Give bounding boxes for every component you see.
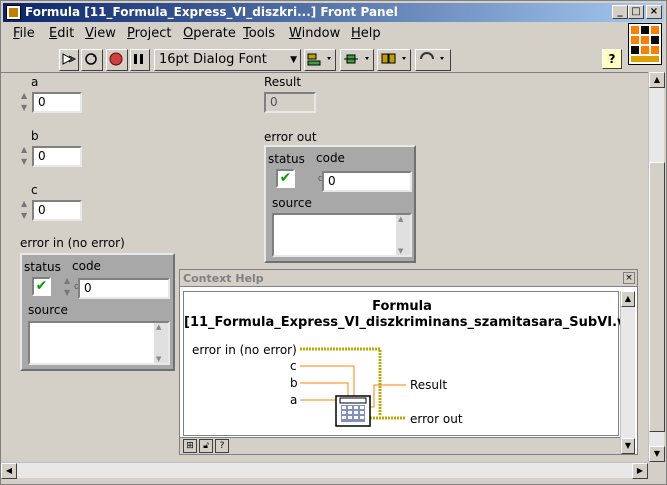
align-objects-button[interactable] [304,49,336,71]
error-in-source-scrollbar[interactable] [154,323,168,363]
menu-project[interactable]: Project [127,26,172,41]
label-c: c [31,183,38,197]
font-select[interactable]: 16pt Dialog Font ▼ [154,49,301,71]
error-out-status-check-icon: ✔ [276,169,295,188]
scroll-up-icon[interactable]: ▲ [649,72,665,88]
label-error-out: error out [264,130,317,144]
connector-pane-diagram [300,347,406,427]
labview-app-icon [6,5,21,20]
toolbar: 16pt Dialog Font ▼ [3,45,623,71]
scroll-left-icon[interactable]: ◀ [1,463,17,479]
context-help-title[interactable]: Context Help [180,270,637,287]
label-result: Result [264,75,302,89]
lock-icon[interactable]: 🔓︎ [199,439,213,453]
error-in-status-label: status [24,260,61,274]
error-in-source-label: source [28,303,68,317]
reorder-button[interactable] [415,49,451,71]
show-optional-terminals-icon[interactable]: ⊞ [183,439,197,453]
menu-tools[interactable]: Tools [243,26,275,41]
font-select-value: 16pt Dialog Font [159,52,267,67]
pause-button[interactable] [130,49,150,71]
error-in-code-input[interactable]: 0 [78,278,170,299]
menu-view[interactable]: View [85,26,116,41]
label-a: a [31,75,39,89]
context-help-scrollbar[interactable]: ▲ ▼ [620,291,635,454]
front-panel-window: Formula [11_Formula_Express_VI_diszkri..… [0,0,667,485]
error-in-source-input[interactable] [28,321,170,365]
detailed-help-button[interactable]: ? [215,439,229,453]
context-help-toolbar: ⊞ 🔓︎ ? [180,437,620,454]
spinner-c[interactable] [20,199,32,223]
window-title: Formula [11_Formula_Express_VI_diszkri..… [25,5,398,19]
error-out-cluster: status code ✔ d 0 source [264,145,416,263]
close-button[interactable]: × [646,5,662,19]
error-out-source-text [272,213,412,257]
menu-bar: File Edit View Project Operate Tools Win… [3,24,623,44]
distribute-objects-button[interactable] [340,49,374,71]
context-help-body: Formula [11_Formula_Express_VI_diszkrimi… [183,291,636,436]
window-horizontal-scrollbar[interactable]: ◀ ▶ [1,462,648,479]
error-in-cluster: status code ✔ d 0 source [20,253,175,371]
numeric-a-input[interactable]: 0 [32,92,82,113]
context-help-close-icon[interactable]: × [623,272,635,284]
context-help-window: Context Help × Formula [11_Formula_Expre… [179,269,638,455]
title-bar[interactable]: Formula [11_Formula_Express_VI_diszkri..… [3,3,664,22]
menu-edit[interactable]: Edit [49,26,74,41]
numeric-b-input[interactable]: 0 [32,146,82,167]
vertical-scroll-thumb[interactable] [649,162,665,432]
window-vertical-scrollbar[interactable]: ▲ ▼ [648,72,665,462]
minimize-button[interactable]: _ [612,5,628,19]
vi-icon[interactable] [628,23,662,65]
context-scroll-up-icon[interactable]: ▲ [621,291,635,307]
menu-window[interactable]: Window [289,26,340,41]
scroll-down-icon[interactable]: ▼ [649,446,665,462]
scroll-right-icon[interactable]: ▶ [632,463,648,479]
error-out-code-value: 0 [322,171,412,192]
context-help-button[interactable]: ? [602,49,622,69]
maximize-button[interactable]: □ [628,5,644,19]
error-in-code-label: code [72,259,101,273]
context-scroll-down-icon[interactable]: ▼ [621,438,635,454]
error-out-source-label: source [272,196,312,210]
error-in-status-check-icon[interactable]: ✔ [32,277,51,296]
result-indicator: 0 [264,92,316,113]
run-button[interactable] [59,49,79,71]
label-b: b [31,129,39,143]
spinner-b[interactable] [20,145,32,169]
label-error-in: error in (no error) [20,236,125,250]
menu-file[interactable]: File [13,26,35,41]
chevron-down-icon: ▼ [290,55,297,65]
numeric-c-input[interactable]: 0 [32,200,82,221]
spinner-a[interactable] [20,91,32,115]
menu-help[interactable]: Help [351,26,381,41]
error-out-source-scrollbar[interactable] [396,215,410,255]
error-out-code-label: code [316,151,345,165]
error-out-status-label: status [268,152,305,166]
abort-button[interactable] [106,49,128,71]
resize-objects-button[interactable] [377,49,411,71]
menu-operate[interactable]: Operate [183,26,236,41]
run-continuously-button[interactable] [81,49,103,71]
